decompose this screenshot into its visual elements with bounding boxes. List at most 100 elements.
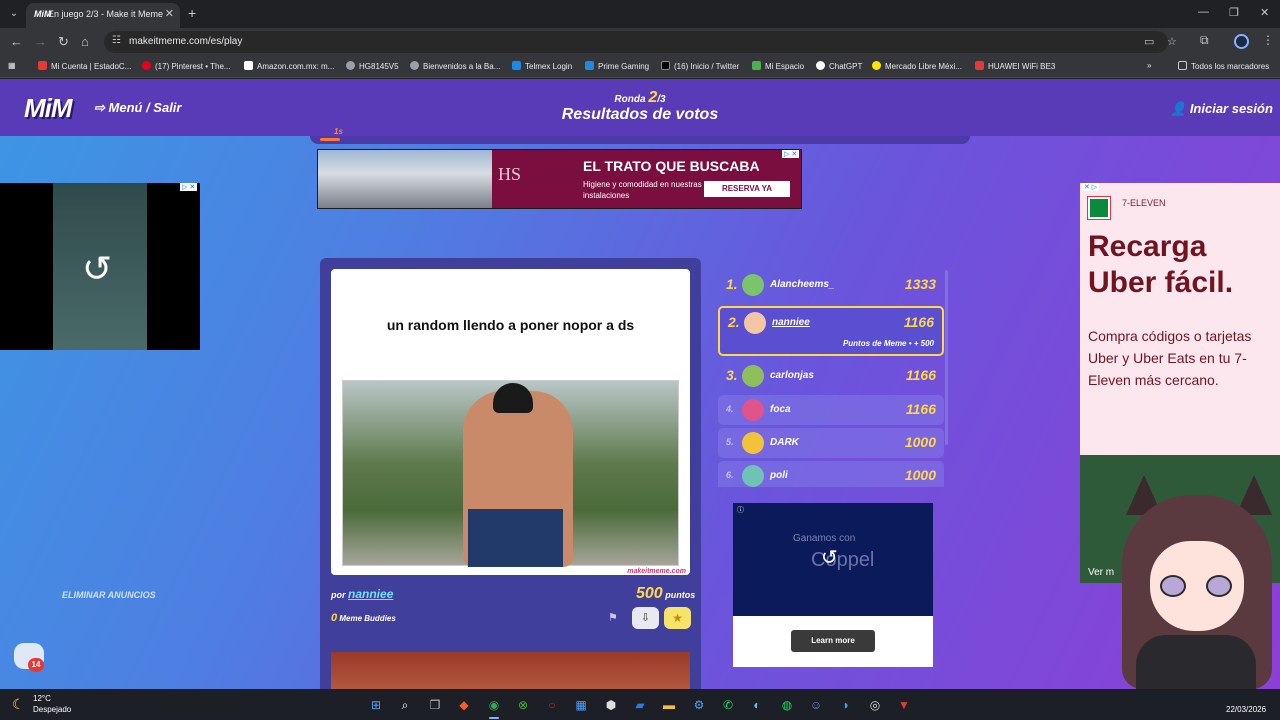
file-explorer-icon[interactable]: ▬ [660, 696, 678, 714]
bookmark-item[interactable]: Mi Espacio [752, 61, 804, 71]
player-name[interactable]: Alancheems_ [770, 279, 834, 290]
reload-icon[interactable]: ↻ [58, 34, 69, 50]
learn-more-button[interactable]: Learn more [791, 630, 875, 652]
new-tab-icon[interactable]: + [188, 5, 196, 21]
mercado-libre-icon [872, 61, 881, 70]
close-tab-icon[interactable]: ✕ [165, 7, 174, 20]
bookmark-star-icon[interactable]: ☆ [1167, 35, 1177, 48]
coppel-ad[interactable]: ⓘ Ganamos con Coppel ↺ Learn more [733, 503, 933, 667]
meme-points-bonus: Puntos de Meme • + 500 [842, 339, 934, 348]
apps-grid-icon[interactable]: ▦ [8, 61, 16, 70]
bookmark-item[interactable]: Telmex Login [512, 61, 572, 71]
browser-tab[interactable]: MiM En juego 2/3 - Make it Meme ✕ [26, 3, 180, 28]
leaderboard-row-highlighted: 2. nanniee 1166 Puntos de Meme • + 500 [718, 306, 944, 356]
bookmark-item[interactable]: ChatGPT [816, 61, 862, 71]
tab-search-chevron-icon[interactable]: ⌄ [6, 6, 22, 22]
obs-icon[interactable]: ◎ [866, 696, 884, 714]
points-value: 500 [636, 585, 663, 602]
bookmark-item[interactable]: HUAWEI WiFi BE3 [975, 61, 1055, 71]
cast-icon[interactable]: ▭ [1144, 35, 1154, 48]
bookmark-item[interactable]: (17) Pinterest • The... [142, 61, 231, 71]
restore-icon[interactable]: ❐ [1229, 6, 1239, 19]
bookmark-item[interactable]: HG8145V5 [346, 61, 399, 71]
address-bar[interactable]: ☷ makeitmeme.com/es/play ▭ ☆ [104, 31, 1177, 53]
player-score: 1333 [904, 276, 936, 292]
vtuber-avatar-overlay [1112, 475, 1280, 689]
search-icon[interactable]: ⌕ [396, 696, 414, 714]
player-avatar [744, 312, 766, 334]
player-avatar [742, 274, 764, 296]
save-meme-button[interactable]: ⇩ [632, 607, 659, 629]
weather-temperature[interactable]: 12°C [33, 694, 51, 703]
meme-author-link[interactable]: nanniee [348, 587, 393, 601]
bookmark-label: Mercado Libre Méxi... [885, 62, 962, 71]
weather-description[interactable]: Despejado [33, 705, 71, 714]
adchoices-icon[interactable]: ▷ ✕ [782, 150, 800, 158]
steam-icon[interactable]: ◐ [748, 696, 766, 714]
player-name[interactable]: poli [770, 470, 788, 481]
player-name[interactable]: foca [770, 404, 791, 415]
moon-weather-icon[interactable]: ☾ [12, 696, 25, 713]
leaderboard-scrollbar[interactable] [945, 270, 948, 445]
bookmark-item[interactable]: Bienvenidos a la Ba... [410, 61, 500, 71]
editor-icon[interactable]: ▰ [631, 696, 649, 714]
player-name[interactable]: DARK [770, 437, 799, 448]
info-icon[interactable]: ⓘ [735, 505, 746, 515]
bookmark-favicon [38, 61, 47, 70]
bookmark-item[interactable]: (16) Inicio / Twitter [661, 61, 739, 71]
rank: 4. [726, 404, 734, 414]
bookmark-item[interactable]: Mi Cuenta | EstadoC... [38, 61, 131, 71]
task-view-icon[interactable]: ❐ [426, 696, 444, 714]
adchoices-icon[interactable]: ✕ ▷ [1082, 183, 1100, 191]
forward-icon[interactable]: → [34, 34, 47, 49]
replay-icon[interactable]: ↺ [82, 248, 112, 290]
more-bookmarks-icon[interactable]: » [1147, 61, 1151, 70]
bookmark-item[interactable]: Mercado Libre Méxi... [872, 61, 962, 71]
spotify-icon[interactable]: ◍ [778, 696, 796, 714]
bookmark-item[interactable]: Amazon.com.mx: m... [244, 61, 334, 71]
chrome-icon[interactable]: ◉ [485, 696, 503, 714]
app-icon[interactable]: ⬢ [602, 696, 620, 714]
whatsapp-icon[interactable]: ✆ [719, 696, 737, 714]
brave-icon[interactable]: ◆ [455, 696, 473, 714]
edge-icon[interactable]: ◑ [836, 696, 854, 714]
network-app-icon[interactable]: ⚙ [690, 696, 708, 714]
remove-ads-link[interactable]: ELIMINAR ANUNCIOS [62, 590, 156, 600]
player-name[interactable]: nanniee [772, 317, 810, 328]
ad-text: Ganamos con [793, 533, 856, 544]
xbox-icon[interactable]: ⊗ [514, 696, 532, 714]
all-bookmarks-folder[interactable]: Todos los marcadores [1178, 61, 1269, 71]
site-info-icon[interactable]: ☷ [112, 35, 121, 46]
player-name[interactable]: carlonjas [770, 370, 814, 381]
bookmark-item[interactable]: Prime Gaming [585, 61, 649, 71]
replay-icon[interactable]: ↺ [821, 545, 838, 570]
top-banner-ad[interactable]: HS EL TRATO QUE BUSCABA Higiene y comodi… [317, 149, 802, 209]
amazon-icon [244, 61, 253, 70]
hotel-photo [318, 150, 492, 208]
extensions-icon[interactable]: ⧉ [1200, 33, 1209, 48]
report-flag-icon[interactable]: ⚑ [608, 611, 618, 624]
windows-start-icon[interactable]: ⊞ [367, 696, 385, 714]
login-button[interactable]: 👤 Iniciar sesión [1170, 101, 1273, 117]
rank: 1. [726, 276, 738, 292]
taskbar-date[interactable]: 22/03/2026 [1226, 705, 1266, 714]
active-app-indicator [489, 717, 499, 719]
jeans [468, 509, 563, 567]
microsoft-store-icon[interactable]: ▦ [572, 696, 590, 714]
reserve-button[interactable]: RESERVA YA [704, 181, 790, 197]
adchoices-icon[interactable]: ▷ ✕ [180, 183, 198, 191]
discord-icon[interactable]: ☺ [807, 696, 825, 714]
ad-subtext: Higiene y comodidad en nuestras instalac… [583, 180, 702, 200]
close-window-icon[interactable]: ✕ [1260, 6, 1269, 19]
back-icon[interactable]: ← [10, 34, 23, 49]
see-more-link[interactable]: Ver m [1088, 567, 1114, 578]
vtube-studio-icon[interactable]: ▼ [895, 696, 913, 714]
profile-avatar[interactable] [1234, 34, 1249, 49]
home-icon[interactable]: ⌂ [81, 34, 89, 49]
opera-gx-icon[interactable]: ○ [543, 696, 561, 714]
favorite-star-button[interactable]: ★ [664, 607, 691, 629]
timer-fill [320, 138, 340, 141]
browser-menu-icon[interactable]: ⋮ [1262, 33, 1274, 47]
minimize-icon[interactable]: — [1198, 6, 1209, 18]
left-side-ad[interactable]: ↺ ▷ ✕ [0, 183, 200, 350]
